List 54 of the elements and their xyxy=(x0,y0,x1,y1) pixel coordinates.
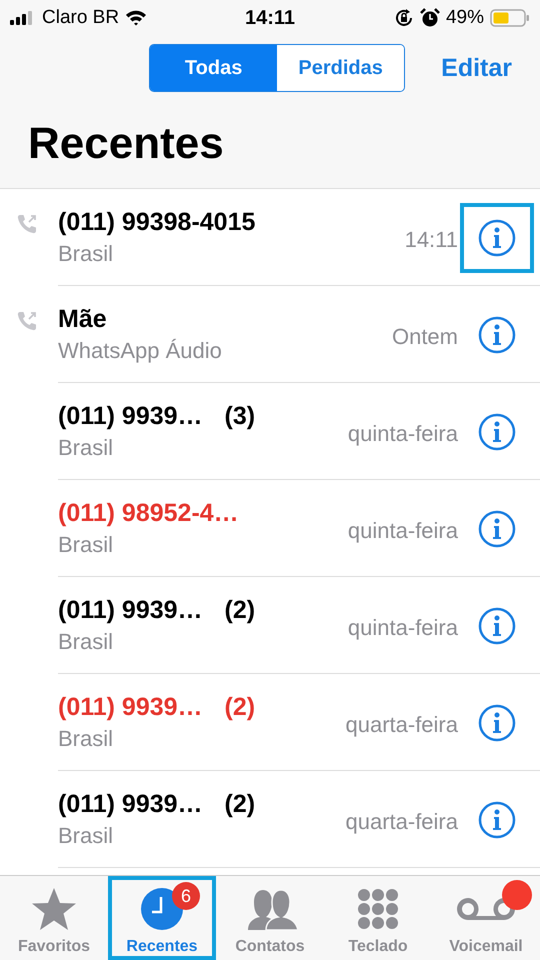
call-subtitle: Brasil xyxy=(58,629,114,655)
outgoing-call-icon xyxy=(16,310,38,332)
call-subtitle: WhatsApp Áudio xyxy=(58,338,223,364)
tab-bar-item[interactable]: 6 Recentes xyxy=(108,876,216,960)
call-count: (2) xyxy=(224,596,256,625)
notification-badge: 6 xyxy=(172,882,200,910)
caller-name: Mãe xyxy=(58,305,107,334)
page-title: Recentes xyxy=(27,118,225,170)
segment-tab[interactable]: Perdidas xyxy=(277,45,404,91)
call-subtitle: Brasil xyxy=(58,435,114,461)
outgoing-call-icon xyxy=(16,213,38,235)
tab-bar-item[interactable]: Favoritos xyxy=(0,876,108,960)
call-date: quinta-feira xyxy=(348,518,458,544)
caller-name: (011) 9939… xyxy=(58,596,203,625)
caller-name: (011) 99398-4015 xyxy=(58,208,256,237)
call-date: quinta-feira xyxy=(348,420,458,446)
info-icon xyxy=(478,704,516,742)
call-date: 14:11 xyxy=(404,226,458,252)
info-icon xyxy=(478,510,516,548)
wifi-icon xyxy=(125,10,148,26)
battery-icon xyxy=(490,8,530,28)
tab-bar-item[interactable]: Voicemail xyxy=(432,876,540,960)
tab-bar-item[interactable]: Contatos xyxy=(216,876,324,960)
call-date: quarta-feira xyxy=(345,808,458,834)
call-subtitle: Brasil xyxy=(58,241,114,267)
call-count: (2) xyxy=(224,693,256,722)
info-icon xyxy=(478,412,516,450)
keypad-icon xyxy=(357,888,399,930)
edit-button[interactable]: Editar xyxy=(441,54,512,82)
call-subtitle: Brasil xyxy=(58,726,114,752)
tab-bar-item[interactable]: Teclado xyxy=(324,876,432,960)
status-time: 14:11 xyxy=(244,6,296,30)
caller-name: (011) 9939… xyxy=(58,790,203,819)
info-button[interactable] xyxy=(460,202,534,272)
call-count: (2) xyxy=(224,790,256,819)
caller-name: (011) 98952-4… xyxy=(58,499,239,528)
info-icon xyxy=(478,800,516,838)
caller-name: (011) 9939… xyxy=(58,402,203,431)
rotation-lock-icon xyxy=(394,8,414,28)
call-count: (3) xyxy=(224,402,256,431)
info-icon xyxy=(478,606,516,644)
call-subtitle: Brasil xyxy=(58,823,114,849)
info-icon xyxy=(478,316,516,354)
alarm-icon xyxy=(420,8,440,28)
caller-name: (011) 9939… xyxy=(58,693,203,722)
call-date: quarta-feira xyxy=(345,712,458,738)
call-subtitle: Brasil xyxy=(58,532,114,558)
segment-tab[interactable]: Todas xyxy=(150,45,278,91)
carrier-name: Claro BR xyxy=(42,7,120,29)
star-icon xyxy=(31,887,77,931)
battery-percent: 49% xyxy=(446,7,484,29)
call-date: quinta-feira xyxy=(348,614,458,640)
info-icon xyxy=(478,218,516,256)
call-date: Ontem xyxy=(392,324,458,350)
